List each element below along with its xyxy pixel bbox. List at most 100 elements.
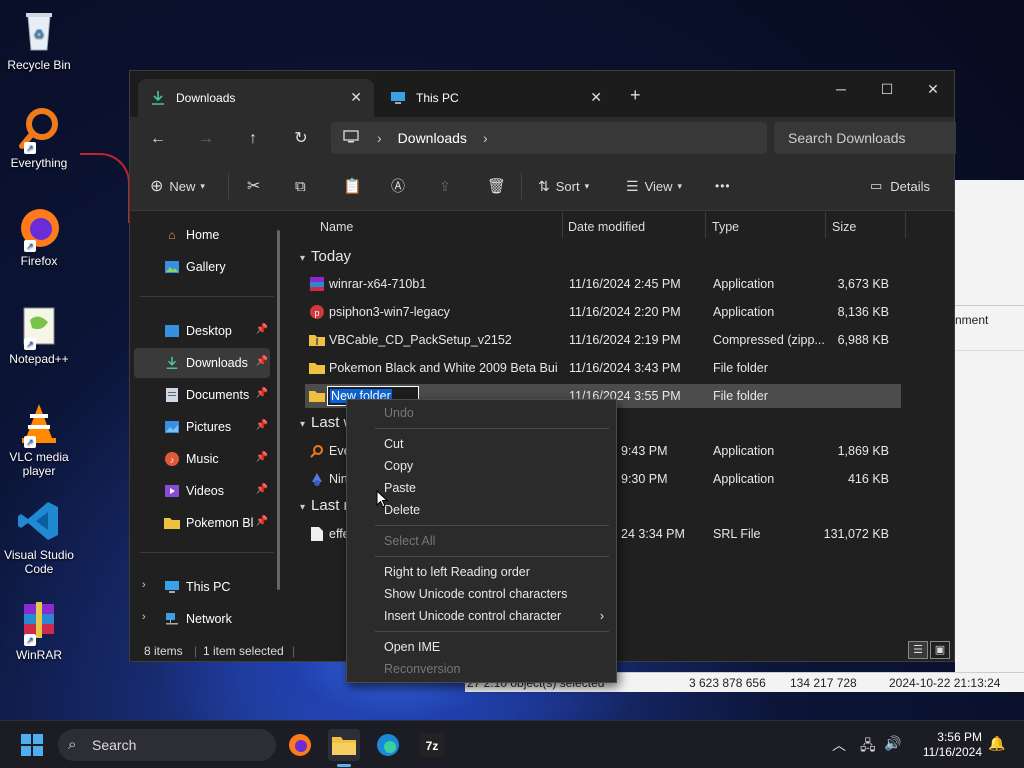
sidebar-item-home[interactable]: ⌂ Home: [134, 220, 270, 250]
menu-item-rtl-reading-order[interactable]: Right to left Reading order: [347, 561, 616, 583]
menu-item-copy[interactable]: Copy: [347, 455, 616, 477]
rename-icon[interactable]: Ⓐ: [391, 175, 405, 197]
new-tab-plus-icon[interactable]: +: [630, 85, 641, 106]
new-button[interactable]: ⊕ New ▾: [150, 175, 205, 197]
forward-arrow-icon[interactable]: →: [192, 127, 220, 151]
menu-item-select-all[interactable]: Select All: [347, 530, 616, 552]
desktop-icon-notepadpp[interactable]: ↗ Notepad++: [2, 302, 76, 366]
details-view-icon[interactable]: ☰: [908, 641, 928, 659]
delete-icon[interactable]: 🗑: [487, 175, 506, 197]
sidebar-item-this-pc[interactable]: › This PC: [134, 572, 270, 602]
desktop-icon-firefox[interactable]: ↗ Firefox: [2, 204, 76, 268]
taskbar-7zip-icon[interactable]: 7z: [416, 729, 448, 761]
share-icon[interactable]: ⇪: [439, 175, 451, 197]
menu-item-show-unicode[interactable]: Show Unicode control characters: [347, 583, 616, 605]
sidebar-item-downloads[interactable]: Downloads 📌: [134, 348, 270, 378]
menu-item-insert-unicode[interactable]: Insert Unicode control character ›: [347, 605, 616, 627]
column-header-type[interactable]: Type: [712, 212, 739, 242]
tab-this-pc[interactable]: This PC ✕: [378, 79, 614, 117]
pin-icon[interactable]: 📌: [256, 324, 268, 335]
folder-icon: [164, 515, 180, 531]
chevron-down-icon: ▾: [300, 419, 306, 430]
chevron-down-icon: ▾: [300, 502, 306, 513]
pin-icon[interactable]: 📌: [256, 388, 268, 399]
desktop-icon-vlc[interactable]: ↗ VLC media player: [2, 400, 76, 478]
pin-icon[interactable]: 📌: [256, 452, 268, 463]
network-status-icon[interactable]: 🖧: [860, 735, 876, 759]
desktop-icon-vscode[interactable]: Visual Studio Code: [2, 498, 76, 576]
menu-item-cut[interactable]: Cut: [347, 433, 616, 455]
menu-item-open-ime[interactable]: Open IME: [347, 636, 616, 658]
search-input[interactable]: Search Downloads: [774, 122, 956, 154]
svg-text:♻: ♻: [34, 27, 45, 41]
pin-icon[interactable]: 📌: [256, 356, 268, 367]
taskbar-search[interactable]: ⌕ Search: [58, 729, 276, 761]
column-header-date[interactable]: Date modified: [568, 212, 645, 242]
svg-text:p: p: [314, 308, 319, 318]
pin-icon[interactable]: 📌: [256, 484, 268, 495]
start-windows-icon[interactable]: [16, 729, 48, 761]
desktop-icon-everything[interactable]: ↗ Everything: [2, 106, 76, 170]
firefox-icon: ↗: [16, 204, 62, 252]
desktop-icon-label: Firefox: [20, 254, 58, 268]
address-bar[interactable]: › Downloads ›: [331, 122, 767, 154]
table-row[interactable]: winrar-x64-710b1 11/16/2024 2:45 PM Appl…: [305, 272, 901, 296]
notepadpp-icon: ↗: [16, 302, 62, 350]
menu-item-reconversion[interactable]: Reconversion: [347, 658, 616, 680]
maximize-button[interactable]: ☐: [864, 75, 910, 103]
refresh-icon[interactable]: ↻: [287, 127, 315, 151]
chevron-right-icon[interactable]: ›: [142, 579, 146, 591]
network-icon: [164, 611, 180, 627]
table-row[interactable]: Pokemon Black and White 2009 Beta Buil..…: [305, 356, 901, 380]
navigation-pane: ⌂ Home Gallery Desktop 📌 Downloads 📌 Doc…: [130, 212, 286, 637]
taskbar-firefox-icon[interactable]: [284, 729, 316, 761]
sidebar-item-network[interactable]: › Network: [134, 604, 270, 634]
sidebar-item-gallery[interactable]: Gallery: [134, 252, 270, 282]
sort-button[interactable]: ⇅ Sort ▾: [538, 175, 589, 197]
folder-icon: [309, 360, 325, 376]
sidebar-item-music[interactable]: ♪ Music 📌: [134, 444, 270, 474]
up-arrow-icon[interactable]: ↑: [239, 127, 267, 151]
taskbar-edge-icon[interactable]: [372, 729, 404, 761]
close-window-button[interactable]: ✕: [910, 75, 956, 103]
volume-icon[interactable]: 🔊: [884, 735, 901, 752]
sidebar-item-desktop[interactable]: Desktop 📌: [134, 316, 270, 346]
taskbar-file-explorer-icon[interactable]: [328, 729, 360, 767]
column-header-size[interactable]: Size: [832, 212, 856, 242]
everything-file-icon: [309, 443, 325, 459]
group-header-last-month[interactable]: ▾ Last n: [300, 497, 352, 514]
tiles-view-icon[interactable]: ▣: [930, 641, 950, 659]
sidebar-scrollbar[interactable]: [277, 230, 280, 590]
more-options-icon[interactable]: •••: [715, 175, 731, 197]
chevron-right-icon[interactable]: ›: [142, 611, 146, 623]
column-header-name[interactable]: Name: [320, 212, 353, 242]
minimize-button[interactable]: ─: [818, 75, 864, 103]
sidebar-item-videos[interactable]: Videos 📌: [134, 476, 270, 506]
view-button[interactable]: ☰ View ▾: [626, 175, 682, 197]
sidebar-item-pictures[interactable]: Pictures 📌: [134, 412, 270, 442]
app-file-icon: [309, 471, 325, 487]
sidebar-item-documents[interactable]: Documents 📌: [134, 380, 270, 410]
taskbar-clock[interactable]: 3:56 PM 11/16/2024: [906, 730, 982, 760]
close-tab-icon[interactable]: ✕: [590, 89, 602, 106]
breadcrumb-downloads[interactable]: Downloads: [398, 130, 467, 146]
paste-icon[interactable]: 📋: [343, 175, 362, 197]
desktop-icon-winrar[interactable]: ↗ WinRAR: [2, 598, 76, 662]
cut-icon[interactable]: ✂: [247, 175, 260, 197]
sidebar-item-pokemon-folder[interactable]: Pokemon Bla 📌: [134, 508, 270, 538]
pin-icon[interactable]: 📌: [256, 516, 268, 527]
copy-icon[interactable]: ⧉: [295, 175, 306, 197]
back-arrow-icon[interactable]: ←: [144, 127, 172, 151]
tab-downloads[interactable]: Downloads ✕: [138, 79, 374, 117]
group-header-today[interactable]: ▾ Today: [300, 248, 351, 265]
breadcrumb-chevron-icon: ›: [377, 130, 382, 146]
menu-item-undo[interactable]: Undo: [347, 402, 616, 424]
tray-chevron-up-icon[interactable]: ︿: [832, 735, 846, 755]
desktop-icon-recycle-bin[interactable]: ♻ Recycle Bin: [2, 8, 76, 72]
close-tab-icon[interactable]: ✕: [350, 89, 362, 106]
notification-bell-icon[interactable]: 🔔: [988, 735, 1005, 752]
details-button[interactable]: ▭ Details: [870, 175, 930, 197]
pin-icon[interactable]: 📌: [256, 420, 268, 431]
table-row[interactable]: VBCable_CD_PackSetup_v2152 11/16/2024 2:…: [305, 328, 901, 352]
table-row[interactable]: p psiphon3-win7-legacy 11/16/2024 2:20 P…: [305, 300, 901, 324]
